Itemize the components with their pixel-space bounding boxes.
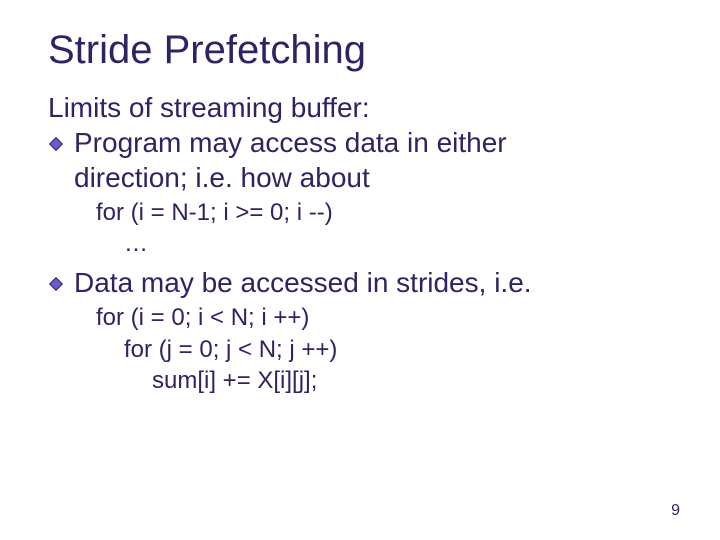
code-line: sum[i] += X[i][j]; bbox=[96, 365, 672, 396]
bullet-item: Data may be accessed in strides, i.e. bbox=[48, 265, 672, 300]
code-block: for (i = 0; i < N; i ++) for (j = 0; j <… bbox=[96, 302, 672, 396]
bullet-text: Data may be accessed in strides, i.e. bbox=[74, 267, 532, 298]
diamond-bullet-icon bbox=[48, 136, 64, 152]
code-line: for (i = N-1; i >= 0; i --) bbox=[96, 197, 672, 228]
bullet-item: Program may access data in either bbox=[48, 125, 672, 160]
intro-line: Limits of streaming buffer: bbox=[48, 90, 672, 125]
code-line: … bbox=[96, 228, 672, 259]
slide: Stride Prefetching Limits of streaming b… bbox=[0, 0, 720, 540]
bullet-text-continued: direction; i.e. how about bbox=[48, 160, 672, 195]
slide-title: Stride Prefetching bbox=[48, 28, 672, 72]
diamond-bullet-icon bbox=[48, 276, 64, 292]
code-line: for (i = 0; i < N; i ++) bbox=[96, 302, 672, 333]
code-block: for (i = N-1; i >= 0; i --) … bbox=[96, 197, 672, 259]
bullet-text: Program may access data in either bbox=[74, 127, 507, 158]
page-number: 9 bbox=[671, 502, 680, 520]
code-line: for (j = 0; j < N; j ++) bbox=[96, 334, 672, 365]
